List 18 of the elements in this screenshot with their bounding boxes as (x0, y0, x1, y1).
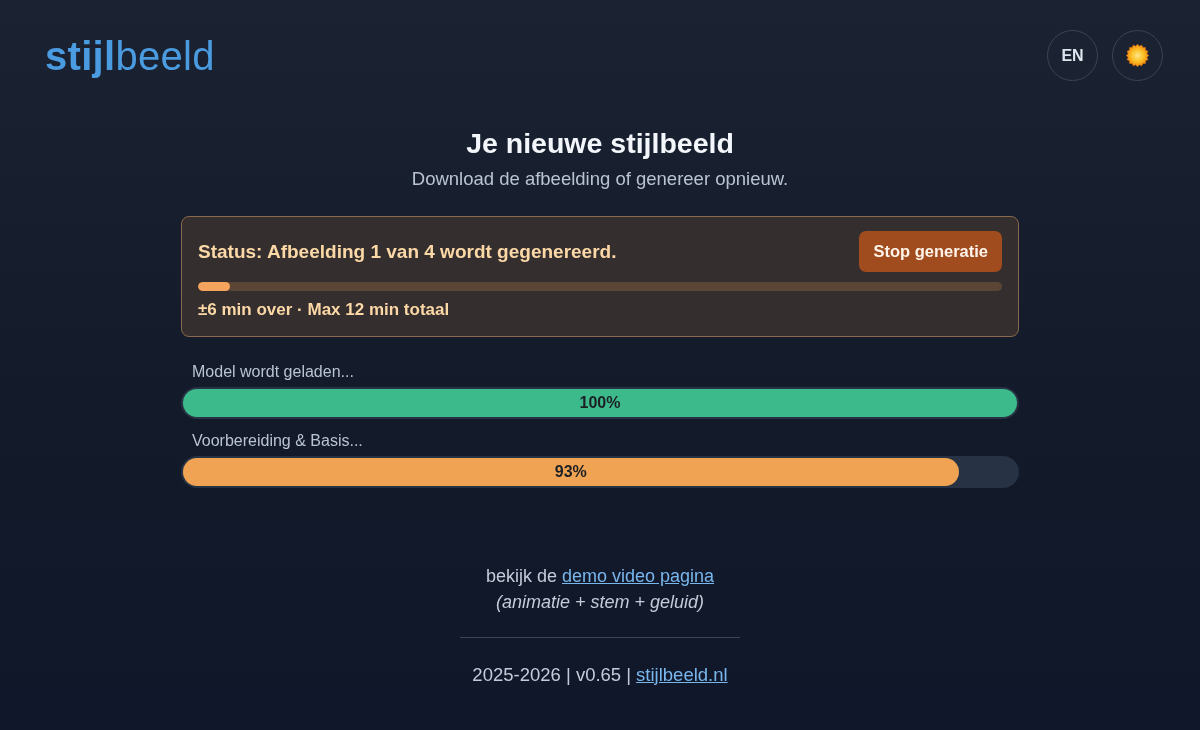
website-link[interactable]: stijlbeeld.nl (636, 663, 728, 687)
sun-icon (1126, 44, 1149, 67)
language-button[interactable]: EN (1047, 30, 1098, 81)
demo-note-text: (animatie + stem + geluid) (495, 591, 705, 614)
demo-prompt-text: bekijk de (485, 565, 557, 588)
time-remaining-text: ±6 min over · Max 12 min totaal (198, 299, 451, 321)
credits-text: 2025-2026 | v0.65 | (472, 663, 632, 687)
progress-percentage: 93% (554, 463, 587, 481)
stage-label: Voorbereiding & Basis... (191, 431, 364, 451)
theme-toggle-button[interactable] (1112, 30, 1163, 81)
stage-label: Model wordt geladen... (191, 362, 355, 382)
status-message: Status: Afbeelding 1 van 4 wordt gegenereerd. (198, 240, 617, 263)
demo-video-link[interactable]: demo video pagina (561, 564, 715, 588)
logo: stijlbeeld (45, 32, 215, 79)
stop-generation-button[interactable]: Stop generatie (859, 231, 1002, 272)
page-title: Je nieuwe stijlbeeld (465, 127, 735, 159)
page-subtitle: Download de afbeelding of genereer opnieuw. (410, 167, 790, 191)
progress-percentage: 100% (579, 394, 621, 412)
